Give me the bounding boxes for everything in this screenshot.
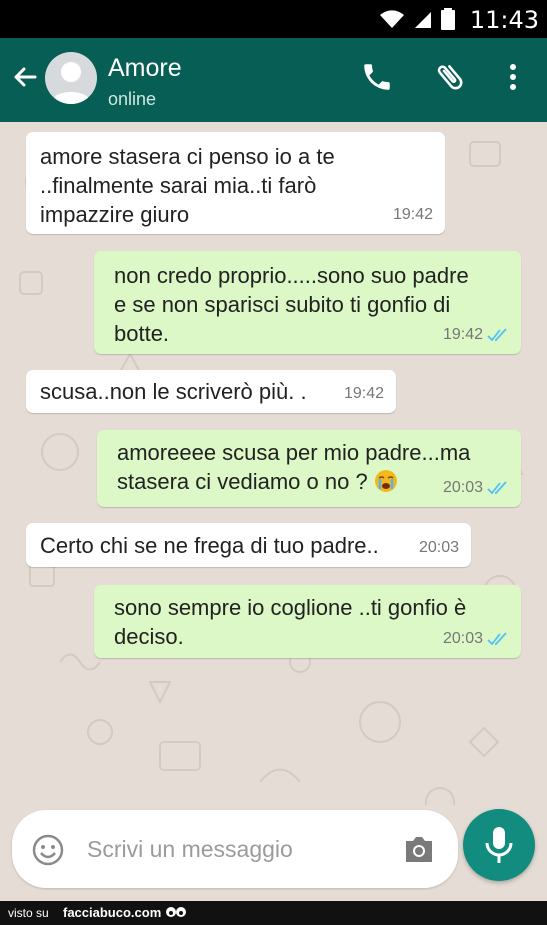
signal-icon	[415, 12, 431, 28]
read-receipt-icon	[487, 631, 507, 645]
message-time: 20:03	[443, 473, 509, 502]
message-text: scusa..non le scriverò più. .	[40, 379, 307, 404]
avatar[interactable]	[45, 52, 97, 104]
mic-button[interactable]	[463, 809, 535, 881]
status-bar: 11:43	[0, 0, 547, 38]
message-time: 19:42	[343, 385, 384, 402]
microphone-icon	[485, 827, 513, 863]
message-text: amore stasera ci penso io a te ..finalme…	[40, 144, 335, 227]
message-time: 20:03	[418, 539, 459, 556]
contact-status: online	[108, 89, 157, 109]
message-bubble[interactable]: amore stasera ci penso io a te ..finalme…	[26, 132, 445, 234]
crying-face-icon	[374, 470, 397, 492]
paperclip-icon[interactable]	[433, 60, 467, 94]
back-arrow-icon[interactable]	[10, 62, 40, 92]
site-logo-icon	[166, 907, 186, 917]
message-list[interactable]: amore stasera ci penso io a te ..finalme…	[0, 122, 547, 805]
message-bubble[interactable]: scusa..non le scriverò più. . 19:42	[26, 370, 396, 413]
message-time: 20:03	[443, 624, 509, 653]
message-time: 19:42	[392, 206, 433, 223]
message-text: Certo chi se ne frega di tuo padre..	[40, 533, 379, 558]
phone-call-icon[interactable]	[360, 60, 394, 94]
message-bubble[interactable]: amoreeee scusa per mio padre...ma stasera…	[97, 430, 521, 507]
chat-header: Amore online	[0, 38, 547, 122]
message-bubble[interactable]: Certo chi se ne frega di tuo padre.. 20:…	[26, 523, 471, 567]
status-icons	[379, 8, 455, 30]
watermark: visto su facciabuco.com	[0, 901, 547, 925]
default-avatar-icon	[51, 62, 91, 104]
message-input[interactable]: Scrivi un messaggio	[87, 836, 293, 863]
read-receipt-icon	[487, 327, 507, 341]
clock: 11:43	[469, 6, 539, 34]
message-composer: Scrivi un messaggio	[12, 810, 458, 888]
read-receipt-icon	[487, 480, 507, 494]
emoji-icon[interactable]	[32, 834, 64, 866]
battery-icon	[441, 8, 455, 30]
watermark-prefix: visto su	[8, 906, 49, 920]
wifi-icon	[380, 10, 404, 28]
watermark-site: facciabuco.com	[63, 905, 162, 920]
more-options-icon[interactable]	[496, 60, 530, 94]
contact-name[interactable]: Amore	[108, 54, 182, 83]
camera-icon[interactable]	[402, 832, 436, 866]
message-bubble[interactable]: non credo proprio.....sono suo padre e s…	[94, 251, 521, 354]
message-bubble[interactable]: sono sempre io coglione ..ti gonfio è de…	[94, 585, 521, 658]
message-time: 19:42	[443, 320, 509, 349]
